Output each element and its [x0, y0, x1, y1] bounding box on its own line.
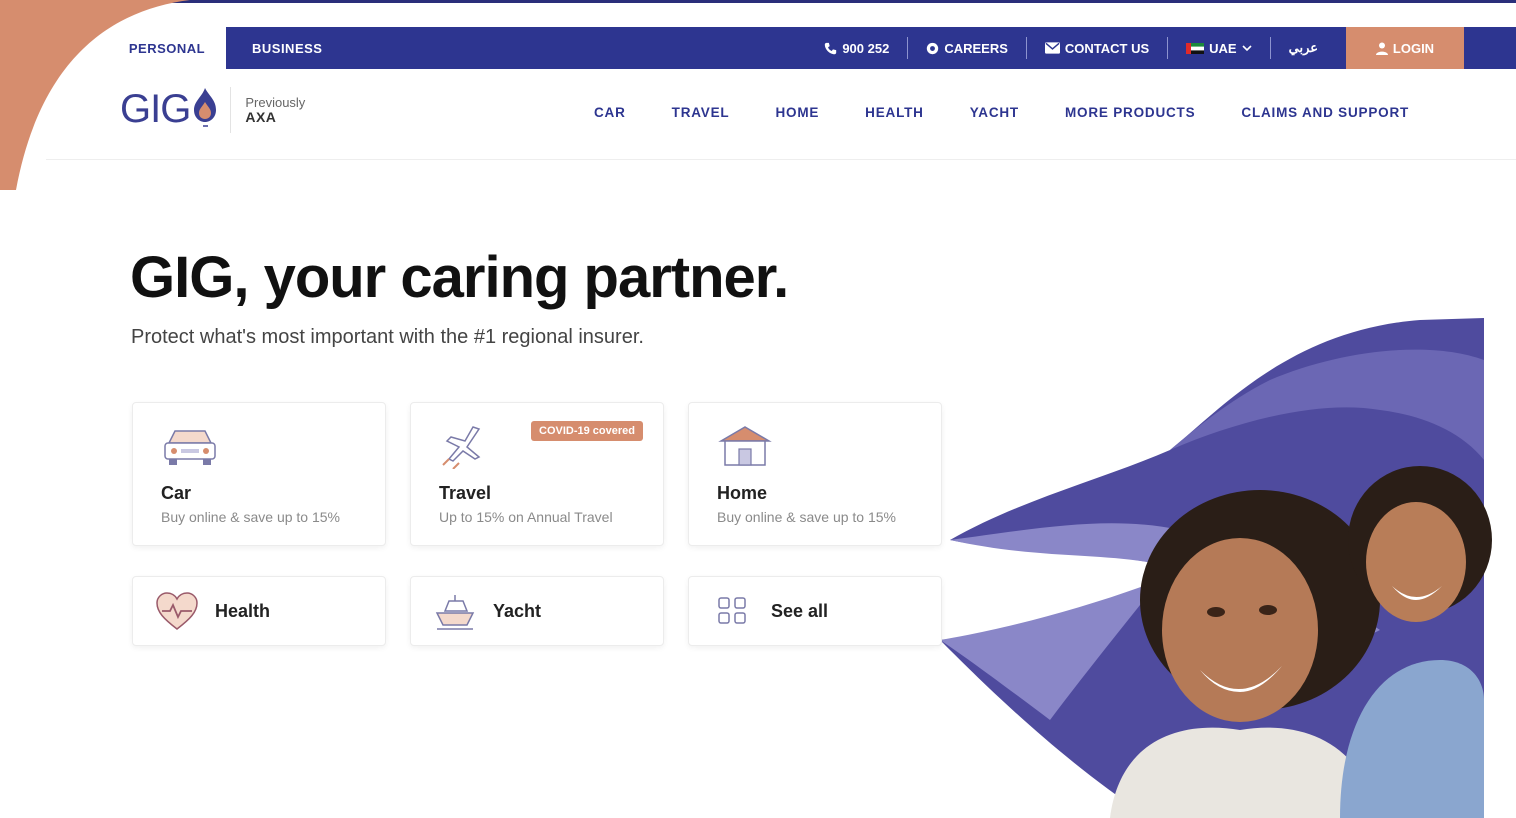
language-label: عربي: [1288, 40, 1318, 55]
envelope-icon: [1044, 42, 1060, 54]
brand-name: GIG: [120, 87, 191, 131]
page: PERSONAL BUSINESS 900 252 CAREERS CONTAC…: [0, 0, 1516, 818]
nav-claims-support[interactable]: CLAIMS AND SUPPORT: [1241, 105, 1409, 120]
card-title: Yacht: [493, 600, 542, 621]
card-description: Up to 15% on Annual Travel: [439, 509, 613, 525]
product-card-health[interactable]: Health: [132, 576, 386, 646]
careers-link[interactable]: CAREERS: [908, 27, 1026, 69]
top-rule: [0, 0, 1516, 3]
nav-health[interactable]: HEALTH: [865, 105, 924, 120]
region-label: UAE: [1209, 40, 1237, 56]
card-title: Health: [215, 600, 271, 621]
careers-icon: [926, 42, 939, 55]
hero-subtitle: Protect what's most important with the #…: [131, 326, 644, 348]
product-card-car[interactable]: Car Buy online & save up to 15%: [132, 402, 386, 546]
house-icon: [717, 423, 775, 469]
hero-title: GIG, your caring partner.: [130, 245, 789, 310]
nav-travel[interactable]: TRAVEL: [672, 105, 730, 120]
card-title: See all: [771, 600, 829, 621]
flame-logo-icon: [192, 86, 218, 133]
card-description: Buy online & save up to 15%: [161, 509, 341, 525]
card-title: Car: [161, 483, 192, 503]
product-card-yacht[interactable]: Yacht: [410, 576, 664, 646]
login-label: LOGIN: [1392, 40, 1435, 56]
card-description: Buy online & save up to 15%: [717, 509, 897, 525]
nav-car[interactable]: CAR: [594, 105, 626, 120]
nav-home[interactable]: HOME: [775, 105, 819, 120]
logo-divider: [230, 86, 232, 133]
phone-icon: [824, 42, 837, 55]
uae-flag-icon: [1186, 42, 1205, 54]
utility-links: 900 252 CAREERS CONTACT US UAE عربي LOGI…: [806, 27, 1516, 69]
previously-label: Previously: [245, 94, 306, 110]
phone-number: 900 252: [842, 40, 890, 56]
logo[interactable]: GIG Previously AXA: [120, 86, 305, 133]
careers-label: CAREERS: [944, 40, 1008, 56]
nav-yacht[interactable]: YACHT: [970, 105, 1019, 120]
language-switch[interactable]: عربي: [1271, 27, 1336, 69]
plane-icon: [439, 423, 497, 470]
region-selector[interactable]: UAE: [1168, 27, 1269, 69]
contact-label: CONTACT US: [1064, 40, 1150, 56]
nav-more-products[interactable]: MORE PRODUCTS: [1065, 105, 1195, 120]
tab-personal[interactable]: PERSONAL: [108, 27, 226, 69]
covid-badge: COVID-19 covered: [531, 421, 643, 441]
product-card-home[interactable]: Home Buy online & save up to 15%: [688, 402, 942, 546]
yacht-icon: [431, 590, 479, 632]
login-button[interactable]: LOGIN: [1346, 27, 1464, 69]
phone-link[interactable]: 900 252: [806, 27, 907, 69]
nav-links: CAR TRAVEL HOME HEALTH YACHT MORE PRODUC…: [594, 105, 1409, 120]
main-nav: GIG Previously AXA CAR TRAVEL HOME HEALT…: [46, 72, 1516, 160]
tab-business[interactable]: BUSINESS: [226, 27, 348, 69]
grid-icon: [709, 590, 757, 632]
previously-axa: Previously AXA: [245, 95, 305, 125]
card-title: Travel: [439, 483, 492, 503]
product-card-see-all[interactable]: See all: [688, 576, 942, 646]
car-icon: [161, 423, 219, 469]
chevron-down-icon: [1242, 44, 1252, 52]
product-card-travel[interactable]: COVID-19 covered Travel Up to 15% on Ann…: [410, 402, 664, 546]
heart-icon: [153, 590, 201, 632]
card-title: Home: [717, 483, 768, 503]
hero-illustration: [940, 318, 1492, 818]
utility-bar: PERSONAL BUSINESS 900 252 CAREERS CONTAC…: [108, 27, 1516, 69]
axa-label: AXA: [245, 108, 277, 125]
contact-link[interactable]: CONTACT US: [1027, 27, 1167, 69]
user-icon: [1375, 42, 1388, 55]
